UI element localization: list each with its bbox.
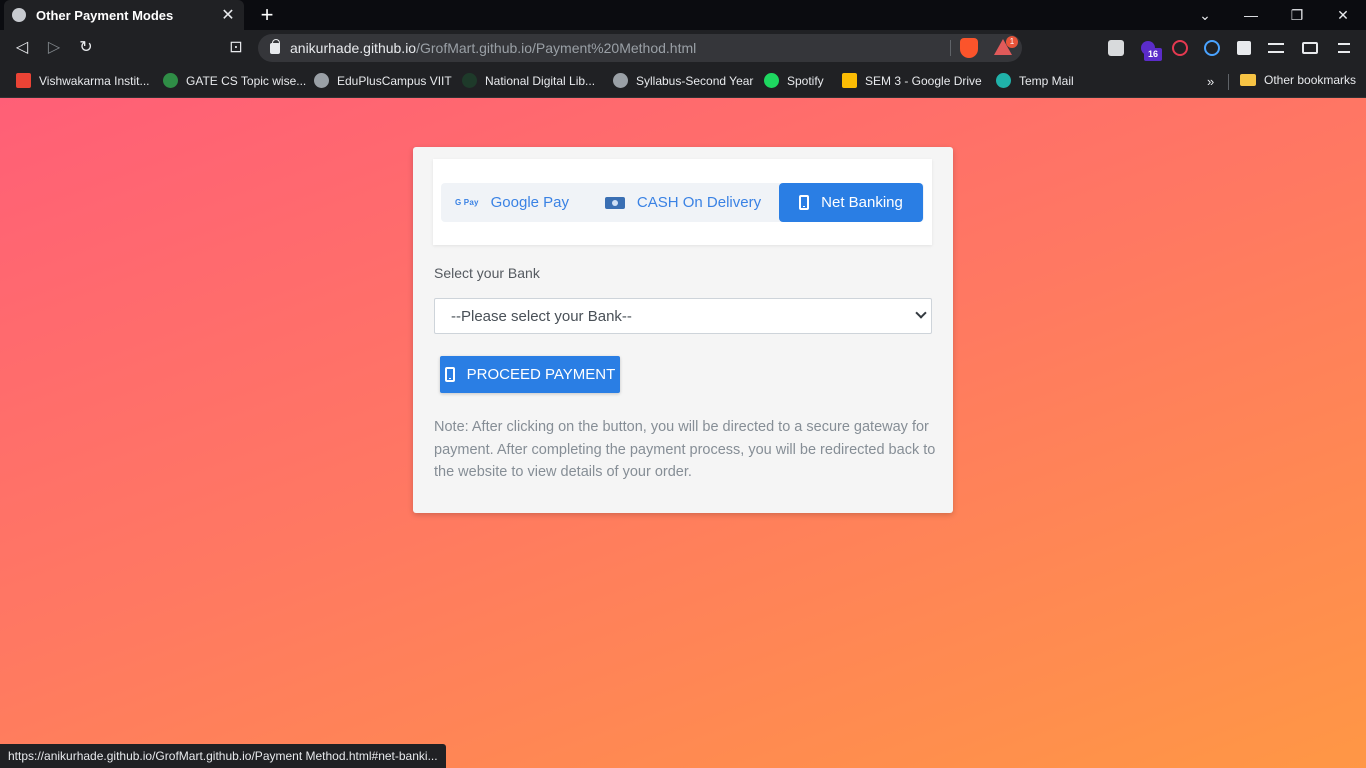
tab-title: Other Payment Modes xyxy=(36,7,174,23)
gfg-icon xyxy=(163,73,178,88)
rewards-badge: 1 xyxy=(1006,36,1018,48)
browser-tab[interactable]: Other Payment Modes ✕ xyxy=(4,0,244,30)
bookmark-label: SEM 3 - Google Drive xyxy=(865,73,982,88)
minimize-button[interactable]: — xyxy=(1228,0,1274,30)
lock-icon xyxy=(270,38,280,54)
proceed-payment-button[interactable]: PROCEED PAYMENT xyxy=(440,356,620,393)
brave-shields-icon[interactable] xyxy=(960,38,978,58)
status-bar-url: https://anikurhade.github.io/GrofMart.gi… xyxy=(0,744,446,768)
extensions-puzzle-icon[interactable] xyxy=(1234,38,1254,58)
restore-button[interactable]: ❐ xyxy=(1274,0,1320,30)
close-tab-icon[interactable]: ✕ xyxy=(220,5,236,25)
google-pay-icon: G Pay xyxy=(454,198,479,207)
proceed-label: PROCEED PAYMENT xyxy=(466,366,616,383)
back-button[interactable]: ◁ xyxy=(12,38,32,58)
tab-label: Net Banking xyxy=(821,194,903,211)
url-host: anikurhade.github.io xyxy=(290,40,417,56)
chevron-down-icon xyxy=(915,307,927,319)
tab-net-banking[interactable]: Net Banking xyxy=(779,183,923,222)
tab-search-icon[interactable]: ⌄ xyxy=(1182,0,1228,30)
mobile-phone-icon xyxy=(799,195,810,210)
bookmark-label: Vishwakarma Instit... xyxy=(39,73,150,88)
menu-icon[interactable] xyxy=(1334,38,1354,58)
google-drive-icon xyxy=(842,73,857,88)
bookmark-label: GATE CS Topic wise... xyxy=(186,73,307,88)
forward-button[interactable]: ▷ xyxy=(44,38,64,58)
bookmark-item[interactable]: EduPlusCampus VIIT xyxy=(314,73,452,88)
bookmark-item[interactable]: GATE CS Topic wise... xyxy=(163,73,306,88)
payment-tabs-container: G Pay Google Pay CASH On Delivery Net Ba… xyxy=(433,159,932,245)
payment-tabs: G Pay Google Pay CASH On Delivery Net Ba… xyxy=(441,183,924,222)
bank-select[interactable]: --Please select your Bank-- xyxy=(434,298,932,334)
wallet-icon[interactable] xyxy=(1300,38,1320,58)
bookmark-label: Spotify xyxy=(787,73,824,88)
gmail-icon xyxy=(16,73,31,88)
cash-icon xyxy=(604,196,625,209)
tab-label: Google Pay xyxy=(490,194,570,211)
bank-select-value: --Please select your Bank-- xyxy=(451,307,632,325)
bookmarks-overflow-button[interactable]: » xyxy=(1207,74,1214,89)
extension-icon[interactable] xyxy=(1106,38,1126,58)
bookmark-item[interactable]: Syllabus-Second Year xyxy=(613,73,753,88)
playlist-icon[interactable] xyxy=(1266,38,1286,58)
address-bar[interactable]: anikurhade.github.io/GrofMart.github.io/… xyxy=(258,34,1022,62)
bookmark-page-icon[interactable]: ⊡ xyxy=(226,38,246,58)
bookmark-label: Syllabus-Second Year xyxy=(636,73,754,88)
close-window-button[interactable]: ✕ xyxy=(1320,0,1366,30)
bookmark-item[interactable]: Vishwakarma Instit... xyxy=(16,73,149,88)
globe-icon xyxy=(613,73,628,88)
bookmark-item[interactable]: SEM 3 - Google Drive xyxy=(842,73,982,88)
spotify-icon xyxy=(764,73,779,88)
bookmarks-divider xyxy=(1228,74,1229,90)
browser-tab-strip: Other Payment Modes ✕ + ⌄ — ❐ ✕ xyxy=(0,0,1366,30)
folder-icon xyxy=(1240,74,1256,86)
bookmark-label: National Digital Lib... xyxy=(485,73,596,88)
other-bookmarks-folder[interactable]: Other bookmarks xyxy=(1240,73,1356,87)
bookmark-label: EduPlusCampus VIIT xyxy=(337,73,452,88)
globe-icon xyxy=(314,73,329,88)
payment-card: G Pay Google Pay CASH On Delivery Net Ba… xyxy=(413,147,953,513)
payment-note: Note: After clicking on the button, you … xyxy=(434,419,936,480)
tab-cash-on-delivery[interactable]: CASH On Delivery xyxy=(597,183,769,222)
bookmark-item[interactable]: Temp Mail xyxy=(996,73,1074,88)
bookmark-label: Other bookmarks xyxy=(1264,73,1357,87)
ndl-icon xyxy=(462,73,477,88)
globe-icon xyxy=(12,8,26,22)
tab-google-pay[interactable]: G Pay Google Pay xyxy=(441,183,583,222)
url-path: /GrofMart.github.io/Payment%20Method.htm… xyxy=(416,40,697,56)
tab-label: CASH On Delivery xyxy=(636,194,762,211)
bookmark-item[interactable]: National Digital Lib... xyxy=(462,73,595,88)
address-divider xyxy=(950,40,951,56)
page-background: G Pay Google Pay CASH On Delivery Net Ba… xyxy=(0,98,1366,768)
new-tab-button[interactable]: + xyxy=(256,4,278,26)
bookmark-item[interactable]: Spotify xyxy=(764,73,824,88)
bookmarks-bar: Vishwakarma Instit... GATE CS Topic wise… xyxy=(0,66,1366,98)
bookmark-label: Temp Mail xyxy=(1019,73,1074,88)
temp-mail-icon xyxy=(996,73,1011,88)
bank-select-label: Select your Bank xyxy=(434,265,540,281)
music-extension-icon[interactable] xyxy=(1170,38,1190,58)
mobile-phone-icon xyxy=(444,367,455,382)
extension-badge: 16 xyxy=(1144,48,1162,61)
clock-extension-icon[interactable] xyxy=(1202,38,1222,58)
reload-button[interactable]: ↻ xyxy=(76,38,96,58)
